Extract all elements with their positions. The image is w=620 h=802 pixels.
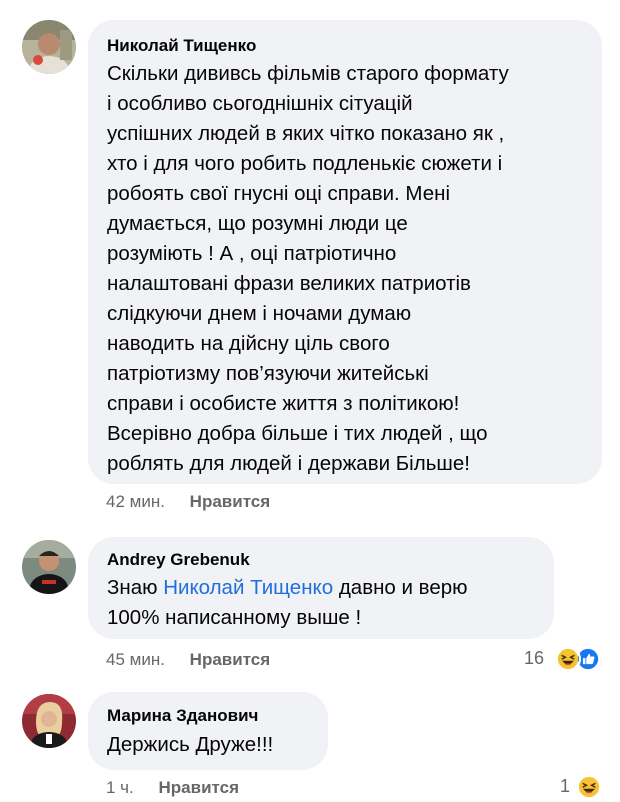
comment-timestamp[interactable]: 1 ч. [106,778,134,797]
reaction-summary[interactable]: 1 [560,774,610,800]
comment-3: Марина Зданович Держись Друже!!! 1 ч. Нр… [0,0,620,802]
laugh-emoji [576,774,602,800]
like-button[interactable]: Нравится [159,778,240,797]
avatar-photo [22,694,76,748]
avatar[interactable] [22,694,76,748]
reaction-count: 1 [560,776,571,796]
comment-text: Держись Друже!!! [107,730,273,760]
comment-meta: 1 ч. Нравится [106,778,239,798]
comment-text-line: Держись Друже!!! [107,733,274,756]
comment-author[interactable]: Марина Зданович [107,706,258,726]
laugh-emoji [555,646,581,672]
